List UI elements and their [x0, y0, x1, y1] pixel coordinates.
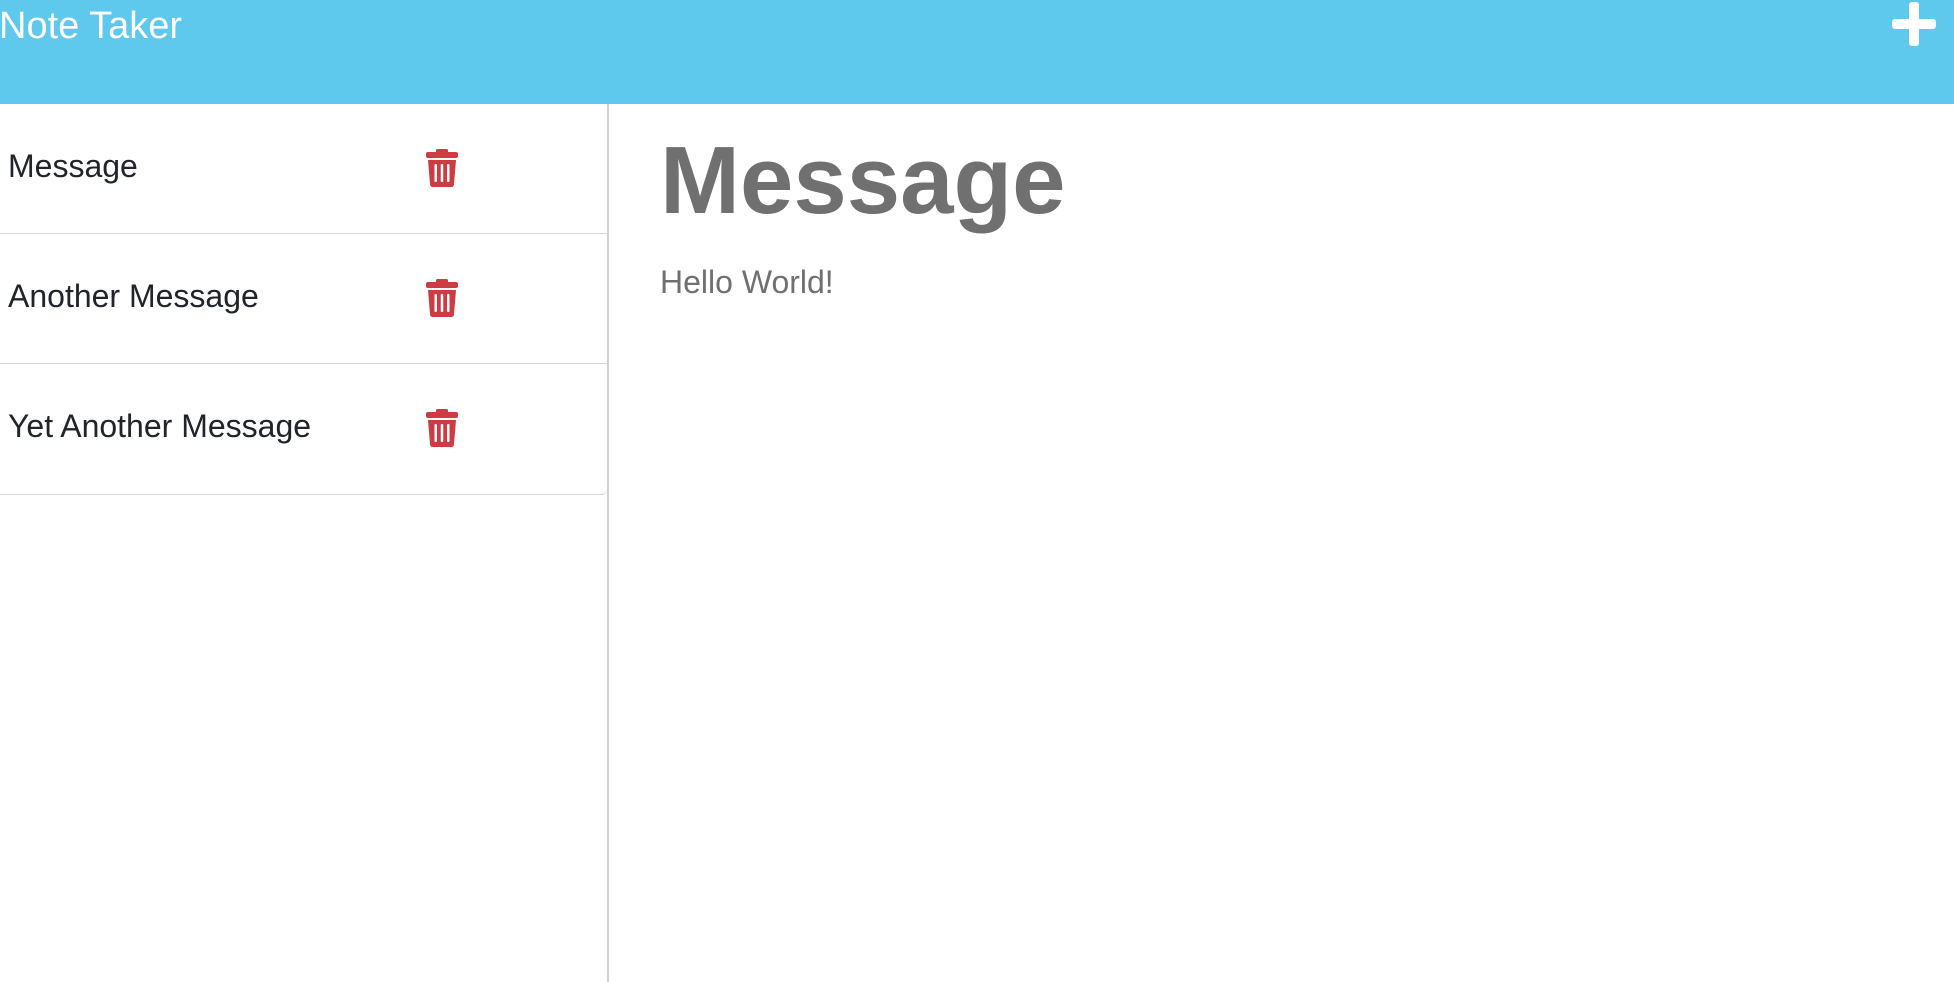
- trash-icon[interactable]: [425, 279, 459, 317]
- note-viewer: Message Hello World!: [611, 104, 1954, 982]
- note-title[interactable]: Message: [8, 146, 138, 186]
- note-text-display: Hello World!: [660, 264, 834, 300]
- note-title[interactable]: Another Message: [8, 276, 259, 316]
- note-title[interactable]: Yet Another Message: [8, 406, 311, 446]
- note-list: Message Another Message Yet Another Mess…: [0, 104, 607, 495]
- list-item[interactable]: Another Message: [0, 234, 607, 364]
- list-item[interactable]: Yet Another Message: [0, 364, 607, 494]
- new-note-button[interactable]: [1892, 2, 1936, 46]
- note-title-display: Message: [660, 127, 1066, 234]
- trash-icon[interactable]: [425, 409, 459, 447]
- note-sidebar: Message Another Message Yet Another Mess…: [0, 104, 609, 982]
- brand-title[interactable]: Note Taker: [0, 2, 182, 50]
- list-item[interactable]: Message: [0, 104, 607, 234]
- trash-icon[interactable]: [425, 149, 459, 187]
- navbar: Note Taker: [0, 0, 1954, 104]
